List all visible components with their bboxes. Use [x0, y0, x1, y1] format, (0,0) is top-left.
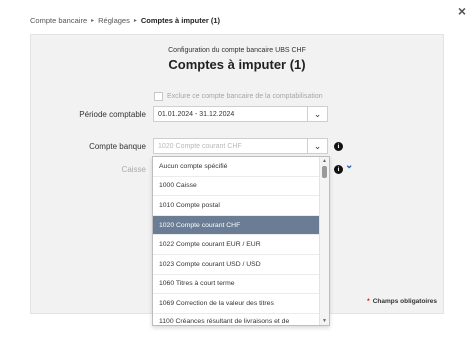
dropdown-scrollbar[interactable]: ▲ ▼ [319, 157, 329, 325]
required-star-icon: * [367, 298, 370, 305]
page-subtitle: Configuration du compte bancaire UBS CHF [168, 47, 306, 54]
dropdown-option[interactable]: 1069 Correction de la valeur des titres [153, 294, 319, 314]
close-icon[interactable]: × [458, 3, 466, 19]
compte-banque-select[interactable]: 1020 Compte courant CHF ⌄ [153, 138, 328, 154]
compte-banque-label: Compte banque [89, 142, 146, 151]
periode-value: 01.01.2024 - 31.12.2024 [158, 110, 235, 118]
dropdown-option[interactable]: 1023 Compte courant USD / USD [153, 255, 319, 275]
chevron-down-icon[interactable]: ⌄ [307, 107, 327, 121]
dropdown-option[interactable]: 1000 Caisse [153, 177, 319, 197]
dropdown-option-selected[interactable]: 1020 Compte courant CHF [153, 215, 319, 236]
chevron-down-icon[interactable]: ⌄ [307, 139, 327, 153]
dropdown-option[interactable]: 1010 Compte postal [153, 196, 319, 216]
breadcrumb-item-reglages[interactable]: Réglages [98, 16, 130, 25]
breadcrumb-current: Comptes à imputer (1) [140, 16, 221, 25]
periode-label: Période comptable [79, 110, 146, 119]
exclude-checkbox-row[interactable]: Exclure ce compte bancaire de la comptab… [154, 92, 323, 101]
required-fields-note: * Champs obligatoires [367, 298, 437, 305]
breadcrumb-item-compte-bancaire[interactable]: Compte bancaire [30, 16, 87, 25]
page-title: Comptes à imputer (1) [168, 57, 306, 72]
dropdown-option[interactable]: Aucun compte spécifié [153, 157, 319, 177]
dropdown-list: Aucun compte spécifié 1000 Caisse 1010 C… [153, 157, 319, 325]
info-icon[interactable]: i [334, 165, 343, 174]
periode-select[interactable]: 01.01.2024 - 31.12.2024 ⌄ [153, 106, 328, 122]
exclude-checkbox-label: Exclure ce compte bancaire de la comptab… [167, 93, 323, 100]
dropdown-option[interactable]: 1022 Compte courant EUR / EUR [153, 235, 319, 255]
scroll-thumb[interactable] [322, 166, 327, 178]
compte-banque-value: 1020 Compte courant CHF [158, 142, 242, 150]
chevron-down-icon[interactable]: ⌄ [345, 161, 353, 171]
breadcrumb-separator-icon: ▸ [91, 18, 95, 24]
breadcrumb-separator-icon: ▸ [133, 18, 137, 24]
exclude-checkbox[interactable] [154, 92, 163, 101]
caisse-label: Caisse [121, 165, 146, 174]
scroll-down-icon[interactable]: ▼ [320, 318, 329, 324]
scroll-up-icon[interactable]: ▲ [320, 158, 329, 164]
dropdown-option[interactable]: 1060 Titres à court terme [153, 275, 319, 295]
compte-banque-dropdown[interactable]: Aucun compte spécifié 1000 Caisse 1010 C… [152, 156, 330, 326]
info-icon[interactable]: i [334, 142, 343, 151]
breadcrumb: Compte bancaire ▸ Réglages ▸ Comptes à i… [30, 16, 220, 25]
dropdown-option[interactable]: 1100 Créances résultant de livraisons et… [153, 314, 319, 325]
